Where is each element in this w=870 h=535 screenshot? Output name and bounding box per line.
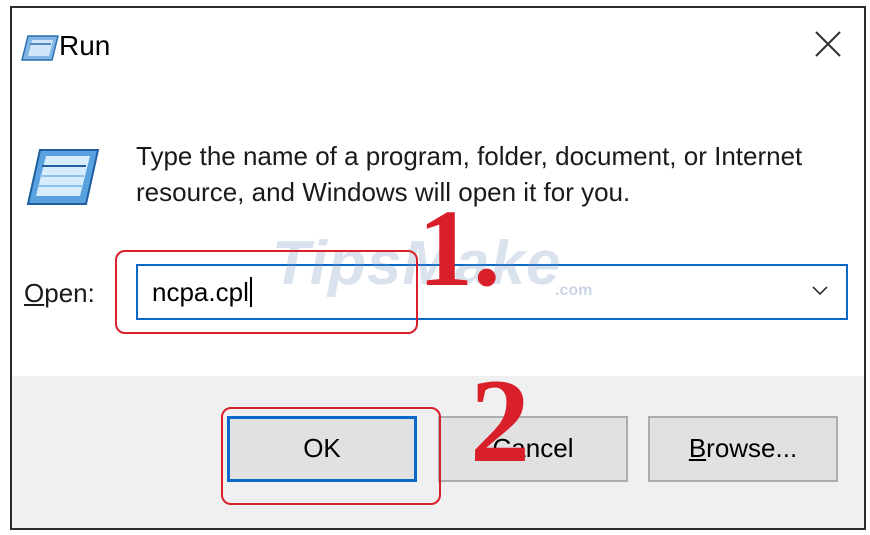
browse-access-key: B bbox=[688, 433, 707, 463]
close-icon bbox=[815, 31, 841, 57]
highlight-step2 bbox=[221, 407, 441, 505]
cancel-button[interactable]: Cancel bbox=[438, 416, 628, 482]
chevron-down-icon bbox=[812, 286, 828, 296]
step-number-2: 2 bbox=[470, 354, 530, 487]
close-button[interactable] bbox=[794, 8, 864, 82]
open-label: Open: bbox=[24, 278, 95, 309]
browse-label: rowse... bbox=[706, 433, 798, 463]
watermark-suffix: .com bbox=[555, 282, 593, 299]
highlight-step1 bbox=[115, 250, 418, 334]
run-icon bbox=[20, 34, 60, 62]
window-title: Run bbox=[59, 30, 111, 61]
browse-button[interactable]: Browse... bbox=[648, 416, 838, 482]
dropdown-button[interactable] bbox=[796, 266, 846, 318]
open-label-text: pen: bbox=[44, 278, 95, 308]
step-number-1: 1. bbox=[418, 187, 501, 309]
run-icon bbox=[22, 146, 102, 208]
open-label-access-key: O bbox=[24, 278, 45, 308]
title-bar: Run bbox=[12, 8, 864, 82]
